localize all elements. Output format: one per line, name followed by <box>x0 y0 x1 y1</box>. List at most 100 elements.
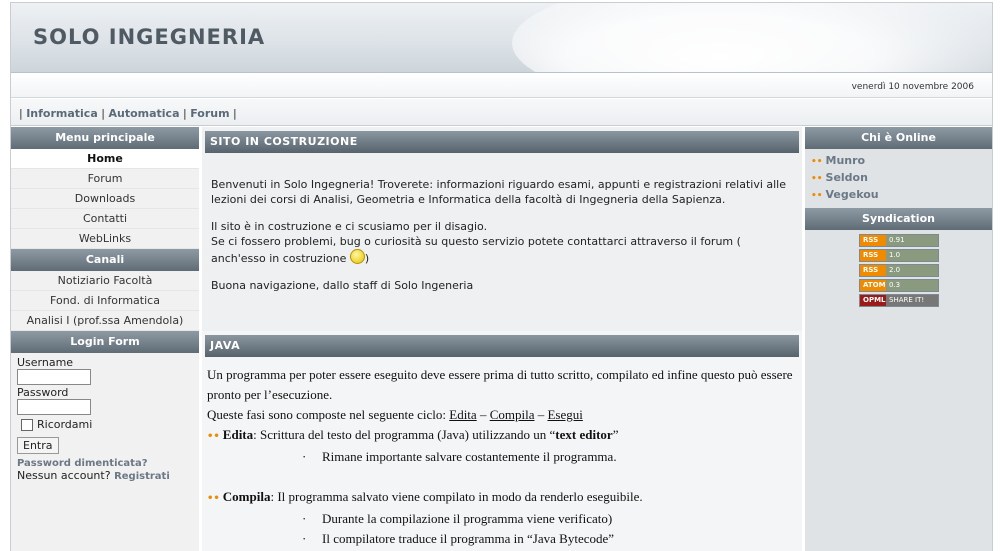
register-row: Nessun account? Registrati <box>17 469 193 482</box>
no-account-label: Nessun account? <box>17 469 111 482</box>
compila-sub-item: · Durante la compilazione il programma vi… <box>207 509 797 529</box>
username-label: Username <box>17 356 74 369</box>
feed-badge-right: 0.91 <box>886 235 938 246</box>
double-arrow-bullet-icon: •• <box>207 493 220 504</box>
feed-badge-left: RSS <box>860 250 886 261</box>
feed-badge-left: ATOM <box>860 280 886 291</box>
cycle-separator: – <box>534 407 548 422</box>
feed-badge-right: 0.3 <box>886 280 938 291</box>
smiley-icon <box>349 249 365 264</box>
canali-item-analisi[interactable]: Analisi I (prof.ssa Amendola) <box>11 311 199 331</box>
article-title: SITO IN COSTRUZIONE <box>205 131 799 153</box>
main-column: SITO IN COSTRUZIONE Benvenuti in Solo In… <box>202 127 802 551</box>
site-title[interactable]: SOLO INGEGNERIA <box>33 25 265 49</box>
feed-badge-right: 2.0 <box>886 265 938 276</box>
login-form: Username Password Ricordami Entra Passwo… <box>11 353 199 484</box>
site-header: SOLO INGEGNERIA <box>11 3 992 73</box>
left-column: Menu principale Home Forum Downloads Con… <box>11 127 199 551</box>
compila-sub-item: · Il compilatore traduce il programma in … <box>207 529 797 549</box>
current-date: venerdì 10 novembre 2006 <box>851 82 974 92</box>
menu-item-home[interactable]: Home <box>11 149 199 169</box>
feed-badge-left: RSS <box>860 265 886 276</box>
forgot-row: Password dimenticata? <box>17 456 193 469</box>
article-text: Se ci fossero problemi, bug o curiosità … <box>211 235 741 265</box>
sub-bullet-icon: · <box>302 531 307 546</box>
date-bar: venerdì 10 novembre 2006 <box>11 73 992 98</box>
canali-header: Canali <box>11 249 199 271</box>
double-arrow-bullet-icon: •• <box>811 191 823 201</box>
header-swoosh <box>512 3 992 72</box>
canali-item-informatica[interactable]: Fond. di Informatica <box>11 291 199 311</box>
password-input[interactable] <box>17 399 91 415</box>
nav-link-informatica[interactable]: Informatica <box>26 107 98 120</box>
article-paragraph: Il sito è in costruzione e ci scusiamo p… <box>211 219 791 266</box>
remember-checkbox[interactable] <box>21 419 33 431</box>
menu-item-contatti[interactable]: Contatti <box>11 209 199 229</box>
right-column: Chi è Online •• Munro •• Seldon •• Vegekou … <box>805 127 992 551</box>
canali-item-notiziario[interactable]: Notiziario Facoltà <box>11 271 199 291</box>
feed-badge-rss-091[interactable]: RSS 0.91 <box>859 234 939 247</box>
cycle-step-esegui[interactable]: Esegui <box>547 407 582 422</box>
article-text: ) <box>364 252 370 265</box>
article-java: JAVA Un programma per poter essere esegu… <box>202 331 802 551</box>
compila-text: : Il programma salvato viene compilato i… <box>270 489 643 504</box>
remember-row: Ricordami <box>17 418 193 431</box>
menu-item-downloads[interactable]: Downloads <box>11 189 199 209</box>
feed-badge-rss-10[interactable]: RSS 1.0 <box>859 249 939 262</box>
online-user[interactable]: •• Vegekou <box>811 187 986 204</box>
cycle-step-compila[interactable]: Compila <box>490 407 535 422</box>
sub-bullet-icon: · <box>302 449 307 464</box>
edita-line: •• Edita: Scrittura del testo del program… <box>207 425 797 447</box>
menu-item-weblinks[interactable]: WebLinks <box>11 229 199 249</box>
password-label: Password <box>17 386 69 399</box>
article-paragraph: Buona navigazione, dallo staff di Solo I… <box>211 279 474 292</box>
feed-badge-left: OPML <box>860 295 886 306</box>
edita-bold: text editor <box>555 427 613 442</box>
article-sito-in-costruzione: SITO IN COSTRUZIONE Benvenuti in Solo In… <box>202 127 802 327</box>
article-body: Un programma per poter essere eseguito d… <box>207 365 797 549</box>
online-user[interactable]: •• Seldon <box>811 170 986 187</box>
login-button[interactable]: Entra <box>17 437 59 454</box>
register-link[interactable]: Registrati <box>114 471 170 482</box>
top-nav-links: | Informatica | Automatica | Forum | <box>19 107 237 120</box>
edita-sub-item: · Rimane importante salvare costantemente… <box>207 447 797 467</box>
remember-label: Ricordami <box>37 418 93 431</box>
cycle-line: Queste fasi sono composte nel seguente c… <box>207 405 797 425</box>
feed-badge-opml[interactable]: OPML SHARE IT! <box>859 294 939 307</box>
menu-item-forum[interactable]: Forum <box>11 169 199 189</box>
edita-sub-text: Rimane importante salvare costantemente … <box>322 449 617 464</box>
compila-sub-text: Durante la compilazione il programma vie… <box>322 511 613 526</box>
article-paragraph: Benvenuti in Solo Ingegneria! Troverete:… <box>211 178 786 206</box>
online-users-list: •• Munro •• Seldon •• Vegekou <box>805 149 992 208</box>
cycle-separator: – <box>476 407 490 422</box>
edita-label: Edita <box>222 427 254 442</box>
compila-label: Compila <box>222 489 271 504</box>
cycle-step-edita[interactable]: Edita <box>449 407 476 422</box>
online-user-name[interactable]: Munro <box>826 154 866 167</box>
double-arrow-bullet-icon: •• <box>207 431 220 442</box>
edita-close: ” <box>612 427 619 442</box>
edita-text: : Scrittura del testo del programma (Jav… <box>253 427 556 442</box>
double-arrow-bullet-icon: •• <box>811 174 823 184</box>
online-user-name[interactable]: Vegekou <box>826 188 879 201</box>
feed-badge-atom-03[interactable]: ATOM 0.3 <box>859 279 939 292</box>
cycle-prefix: Queste fasi sono composte nel seguente c… <box>207 407 450 422</box>
double-arrow-bullet-icon: •• <box>811 157 823 167</box>
username-input[interactable] <box>17 369 91 385</box>
article-title: JAVA <box>205 335 799 357</box>
page: SOLO INGEGNERIA venerdì 10 novembre 2006… <box>10 2 993 551</box>
syndication-header: Syndication <box>805 208 992 230</box>
nav-link-automatica[interactable]: Automatica <box>108 107 179 120</box>
top-nav: | Informatica | Automatica | Forum | <box>11 99 992 126</box>
compila-line: •• Compila: Il programma salvato viene co… <box>207 487 797 509</box>
forgot-password-link[interactable]: Password dimenticata? <box>17 458 148 469</box>
sub-bullet-icon: · <box>302 511 307 526</box>
feed-badge-right: SHARE IT! <box>886 295 938 306</box>
article-body: Benvenuti in Solo Ingegneria! Troverete:… <box>211 177 791 305</box>
feed-badge-rss-20[interactable]: RSS 2.0 <box>859 264 939 277</box>
online-user[interactable]: •• Munro <box>811 153 986 170</box>
main-menu-header: Menu principale <box>11 127 199 149</box>
online-user-name[interactable]: Seldon <box>826 171 868 184</box>
nav-link-forum[interactable]: Forum <box>190 107 229 120</box>
